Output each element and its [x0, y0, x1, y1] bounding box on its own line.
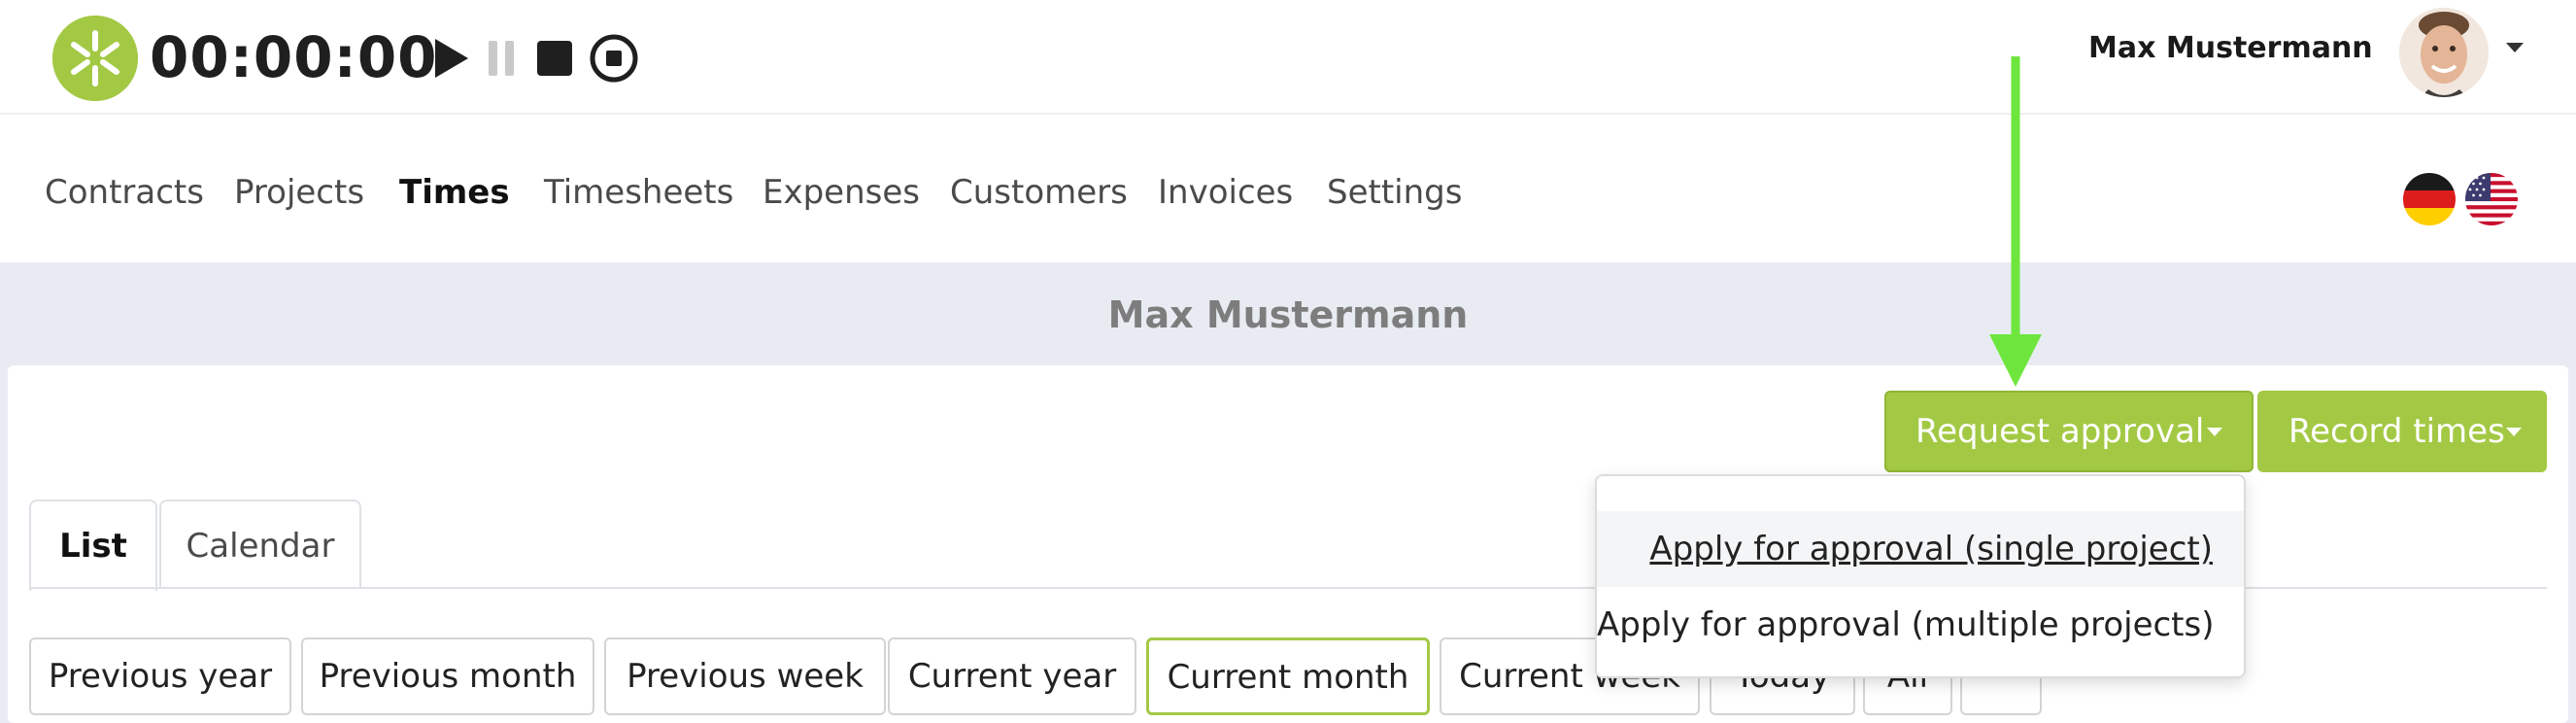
nav-item-timesheets[interactable]: Timesheets [544, 171, 733, 214]
request-approval-button[interactable]: Request approval [1884, 391, 2254, 472]
user-menu-caret-icon[interactable] [2506, 43, 2524, 52]
nav-item-contracts[interactable]: Contracts [45, 171, 204, 214]
german-flag-icon[interactable] [2403, 173, 2456, 225]
nav-item-settings[interactable]: Settings [1327, 171, 1462, 214]
nav-item-projects[interactable]: Projects [234, 171, 364, 214]
user-name[interactable]: Max Mustermann [2088, 29, 2373, 68]
current-year-button[interactable]: Current year [888, 637, 1136, 715]
apply-multiple-projects-item[interactable]: Apply for approval (multiple projects) [1597, 587, 2244, 663]
approval-dropdown-menu: Apply for approval (single project) Appl… [1595, 474, 2246, 678]
nav-item-customers[interactable]: Customers [950, 171, 1128, 214]
record-icon[interactable] [588, 31, 640, 86]
pause-icon[interactable] [476, 31, 528, 86]
us-flag-icon[interactable] [2465, 173, 2518, 225]
nav-item-times[interactable]: Times [399, 171, 510, 214]
tab-list[interactable]: List [29, 499, 157, 591]
chevron-down-icon [2207, 428, 2222, 436]
play-icon[interactable] [424, 31, 476, 86]
main-nav: Contracts Projects Times Timesheets Expe… [0, 117, 2576, 262]
record-times-button[interactable]: Record times [2257, 391, 2547, 472]
top-bar: 00:00:00 Max Mustermann [0, 0, 2576, 115]
previous-month-button[interactable]: Previous month [301, 637, 594, 715]
annotation-arrow-icon [1982, 51, 2050, 391]
record-times-label: Record times [2288, 412, 2505, 451]
previous-year-button[interactable]: Previous year [29, 637, 291, 715]
chevron-down-icon [2506, 428, 2522, 436]
previous-week-button[interactable]: Previous week [604, 637, 886, 715]
app-logo-icon[interactable] [52, 16, 138, 101]
apply-single-project-item[interactable]: Apply for approval (single project) [1597, 511, 2244, 587]
stop-icon[interactable] [528, 31, 581, 86]
current-month-button[interactable]: Current month [1146, 637, 1430, 715]
request-approval-label: Request approval [1915, 412, 2205, 451]
nav-item-invoices[interactable]: Invoices [1158, 171, 1293, 214]
timer-display: 00:00:00 [150, 24, 438, 90]
nav-item-expenses[interactable]: Expenses [763, 171, 920, 214]
avatar[interactable] [2399, 8, 2489, 97]
page-title: Max Mustermann [1107, 293, 1469, 336]
tab-calendar[interactable]: Calendar [159, 499, 361, 589]
